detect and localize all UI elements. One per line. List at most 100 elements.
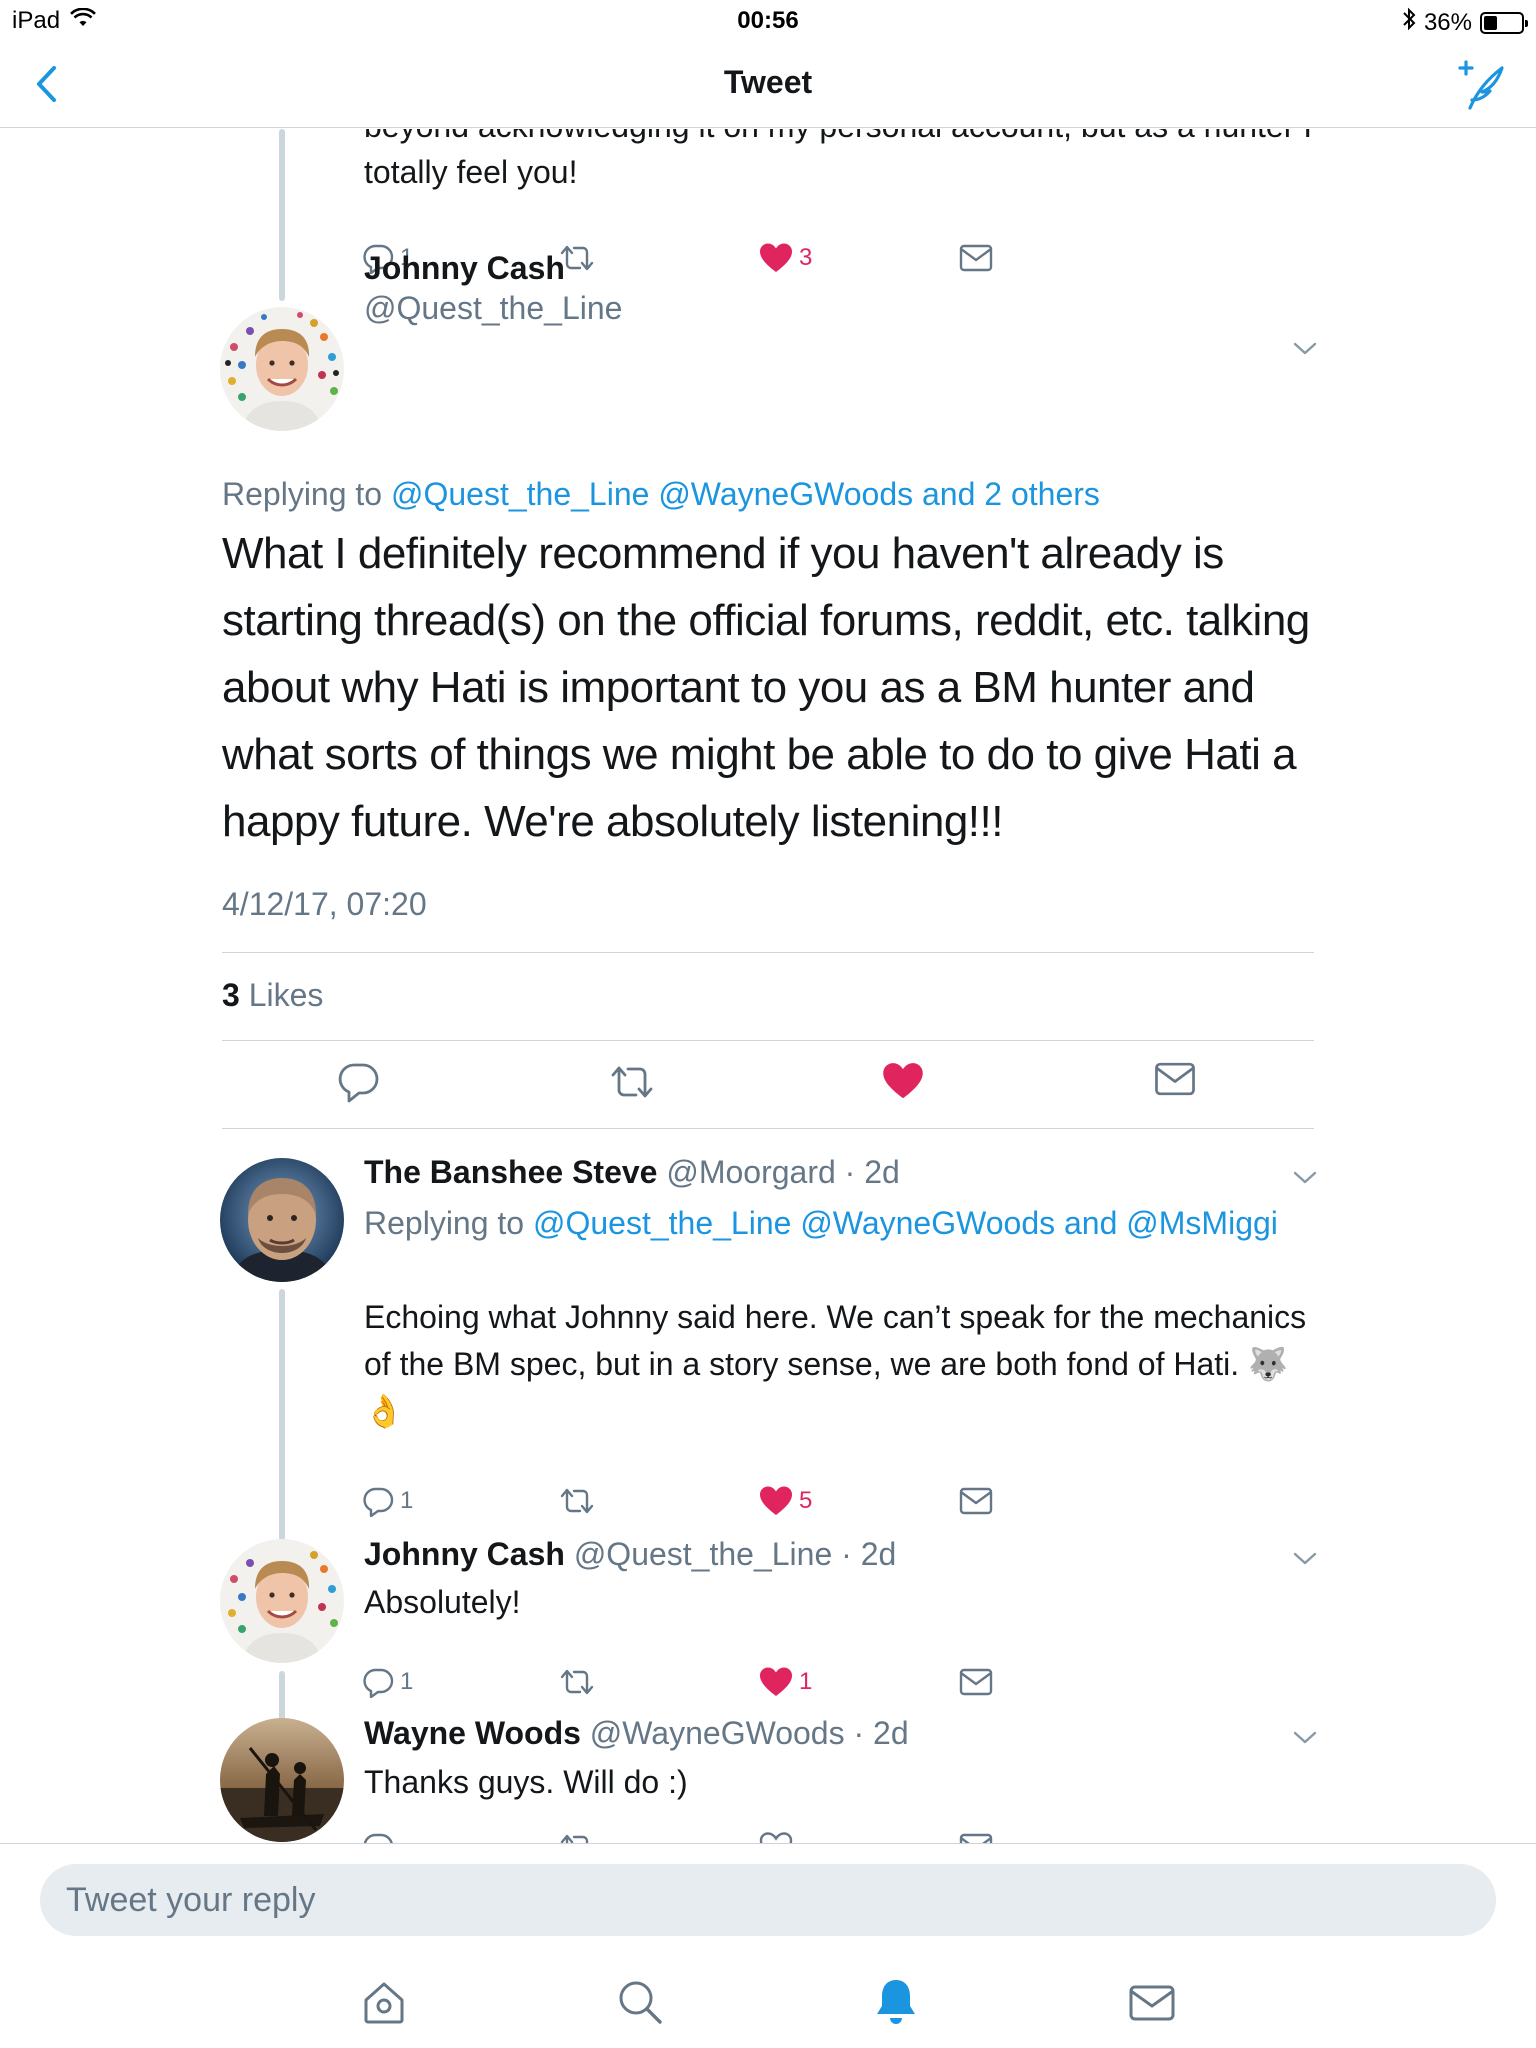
like-button[interactable]: 3: [759, 242, 812, 274]
reply-header: The Banshee Steve @Moorgard · 2d: [364, 1154, 900, 1191]
tweet-menu-button[interactable]: [1290, 1723, 1320, 1753]
reply-text: Echoing what Johnny said here. We can’t …: [364, 1299, 1307, 1429]
compose-tweet-button[interactable]: [1452, 58, 1506, 112]
battery-icon: [1480, 11, 1528, 34]
envelope-icon: [959, 1668, 993, 1696]
like-count: 5: [799, 1487, 813, 1514]
envelope-icon: [959, 1487, 993, 1515]
reply-header: Wayne Woods @WayneGWoods · 2d: [364, 1715, 909, 1752]
retweet-button[interactable]: [558, 1666, 596, 1698]
reply-text: Absolutely!: [364, 1584, 521, 1620]
tweet-menu-button[interactable]: [1290, 1163, 1320, 1193]
retweet-icon: [560, 1669, 594, 1695]
replying-label: Replying to: [364, 1205, 525, 1241]
reply-header: Johnny Cash @Quest_the_Line · 2d: [364, 1536, 896, 1573]
likes-count-row[interactable]: 3 Likes: [222, 977, 323, 1014]
avatar-johnny-cash: [220, 1539, 344, 1663]
avatar[interactable]: [220, 307, 344, 431]
reply-text: Thanks guys. Will do :): [364, 1764, 688, 1800]
envelope-icon: [959, 244, 993, 272]
author-name[interactable]: Johnny Cash: [364, 250, 565, 287]
likes-label: Likes: [248, 977, 324, 1013]
heart-filled-icon: [883, 1063, 923, 1099]
reply-button[interactable]: [362, 1831, 394, 1843]
retweet-icon: [611, 1066, 653, 1098]
like-button[interactable]: 5: [759, 1485, 812, 1517]
share-dm-button[interactable]: [959, 1487, 993, 1515]
share-dm-button[interactable]: [959, 1668, 993, 1696]
envelope-icon: [1155, 1062, 1195, 1096]
tab-messages[interactable]: [1124, 1974, 1180, 2030]
tab-home[interactable]: [356, 1974, 412, 2030]
home-icon: [364, 1982, 404, 2024]
reply-button[interactable]: [338, 1061, 380, 1108]
reply-author-name[interactable]: Wayne Woods: [364, 1715, 581, 1751]
reply-author-name[interactable]: Johnny Cash: [364, 1536, 565, 1572]
share-dm-button[interactable]: [1154, 1061, 1196, 1102]
heart-filled-icon: [760, 1486, 792, 1515]
reply-icon: [338, 1063, 379, 1103]
tab-notifications[interactable]: [868, 1974, 924, 2030]
envelope-icon: [959, 1833, 993, 1843]
divider: [222, 1128, 1314, 1129]
reply-count: 1: [400, 1487, 414, 1514]
replying-label: Replying to: [222, 476, 383, 512]
retweet-button[interactable]: [558, 1831, 596, 1843]
tweet-reply-input[interactable]: [40, 1864, 1496, 1936]
chevron-left-icon: [37, 66, 56, 102]
thread-line: [279, 129, 285, 301]
reply-button[interactable]: 1: [362, 1485, 413, 1517]
previous-tweet-text: beyond acknowledging it on my personal a…: [364, 129, 1312, 190]
like-count: 1: [799, 1668, 813, 1695]
battery-percent: 36%: [1423, 8, 1472, 36]
status-bar: iPad 00:56 36%: [0, 0, 1536, 40]
messages-icon: [1129, 1985, 1175, 2021]
heart-outline-icon: [759, 1832, 793, 1843]
like-button[interactable]: [759, 1831, 793, 1843]
likes-count: 3: [222, 977, 240, 1013]
replying-to-link[interactable]: @Quest_the_Line @WayneGWoods and 2 other…: [391, 476, 1100, 512]
chevron-down-icon: [1293, 1552, 1317, 1565]
reply-composer-bar: [0, 1843, 1536, 2048]
search-icon: [619, 1981, 662, 2024]
avatar-johnny-cash: [220, 307, 344, 431]
share-dm-button[interactable]: [959, 244, 993, 272]
tweet-timestamp: 4/12/17, 07:20: [222, 886, 427, 922]
avatar[interactable]: [220, 1158, 344, 1282]
avatar-banshee-steve: [220, 1158, 344, 1282]
chevron-down-icon: [1293, 342, 1317, 355]
replying-to-link[interactable]: @Quest_the_Line @WayneGWoods and @MsMigg…: [533, 1205, 1278, 1241]
replying-to: Replying to @Quest_the_Line @WayneGWoods…: [364, 1200, 1324, 1247]
reply-author-meta: @Quest_the_Line · 2d: [573, 1536, 897, 1572]
replying-to: Replying to @Quest_the_Line @WayneGWoods…: [222, 476, 1100, 513]
retweet-icon: [560, 1834, 589, 1843]
avatar[interactable]: [220, 1718, 344, 1842]
tab-search[interactable]: [612, 1974, 668, 2030]
tweet-menu-button[interactable]: [1290, 334, 1320, 364]
like-button[interactable]: 1: [759, 1666, 812, 1698]
retweet-button[interactable]: [558, 1485, 596, 1517]
share-dm-button[interactable]: [959, 1833, 993, 1843]
reply-count: 1: [400, 1668, 414, 1695]
retweet-icon: [560, 1488, 594, 1514]
tweet-detail[interactable]: beyond acknowledging it on my personal a…: [0, 129, 1536, 1843]
reply-button[interactable]: 1: [362, 1666, 413, 1698]
compose-tweet-icon: [1458, 60, 1504, 110]
tweet-text: What I definitely recommend if you haven…: [222, 529, 1310, 846]
heart-filled-icon: [760, 1667, 792, 1696]
reply-author-name[interactable]: The Banshee Steve: [364, 1154, 657, 1190]
like-button[interactable]: [882, 1061, 924, 1106]
avatar[interactable]: [220, 1539, 344, 1663]
back-button[interactable]: [28, 62, 68, 106]
heart-filled-icon: [760, 243, 792, 272]
reply-icon: [363, 1487, 394, 1517]
thread-line: [279, 1671, 285, 1723]
divider: [222, 1040, 1314, 1041]
tweet-menu-button[interactable]: [1290, 1544, 1320, 1574]
status-right: 36%: [1402, 7, 1528, 38]
retweet-button[interactable]: [608, 1061, 656, 1108]
author-handle[interactable]: @Quest_the_Line: [364, 290, 622, 327]
like-count: 3: [799, 244, 813, 271]
reply-icon: [363, 1833, 393, 1843]
status-time: 00:56: [737, 7, 799, 34]
